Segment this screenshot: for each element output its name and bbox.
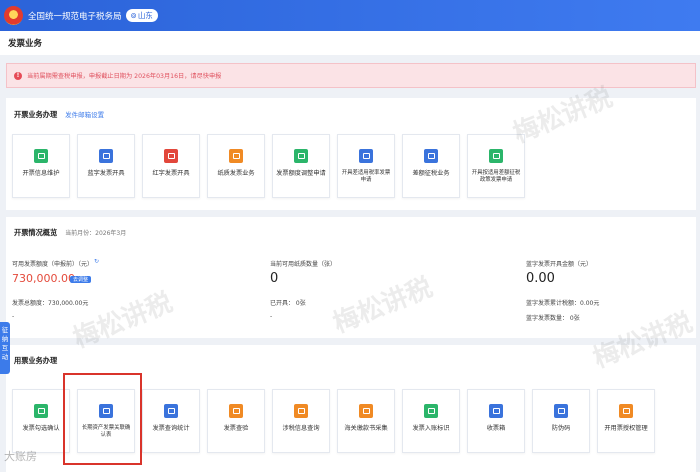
service-tile[interactable]: 发票查询统计: [142, 389, 200, 453]
service-tile[interactable]: 长期资产发票关联确认表: [77, 389, 135, 453]
deadline-alert: ! 当前属期需查税申报，申报截止日期为 2026年03月16日，请尽快申报: [6, 63, 696, 88]
service-tile-label: 长期资产发票关联确认表: [81, 425, 131, 438]
service-tile-label: 防伪码: [551, 425, 571, 432]
issue-section-title: 开票业务办理: [14, 110, 58, 119]
service-icon: [99, 404, 113, 418]
paper-issued: 已开具： 0张: [270, 300, 306, 307]
adjust-quota-button[interactable]: 去调整: [70, 276, 92, 283]
service-icon: [359, 404, 373, 418]
service-icon: [554, 404, 568, 418]
service-tile-label: 涉税信息查询: [282, 425, 320, 432]
page-title: 发票业务: [0, 31, 700, 55]
service-icon: [34, 149, 48, 163]
total-quota: 发票总额度：730,000.00元: [12, 300, 89, 307]
service-tile-label: 差额征税业务: [412, 170, 450, 177]
region-label: 山东: [137, 11, 153, 20]
service-tile-label: 发票入账标识: [412, 425, 450, 432]
service-tile-label: 发票额度调整申请: [276, 170, 326, 177]
paper-count-value: 0: [270, 271, 279, 286]
paper-count-label: 当前可用纸质数量（张）: [270, 261, 337, 268]
paper-dash: -: [270, 313, 273, 320]
service-tile[interactable]: 差额征税业务: [402, 134, 460, 198]
service-tile[interactable]: 收票箱: [467, 389, 525, 453]
service-tile[interactable]: 发票额度调整申请: [272, 134, 330, 198]
service-tile[interactable]: 开具差适用税率发票申请: [337, 134, 395, 198]
service-tile[interactable]: 发票入账标识: [402, 389, 460, 453]
service-tile-label: 开具差适用税率发票申请: [341, 170, 391, 183]
alert-text: 当前属期需查税申报，申报截止日期为 2026年03月16日，请尽快申报: [27, 73, 222, 80]
blue-invoice-count: 蓝字发票数量： 0张: [526, 315, 580, 322]
refresh-icon[interactable]: ↻: [94, 258, 99, 265]
service-icon: [229, 149, 243, 163]
interaction-side-tab[interactable]: 征纳互动: [0, 322, 10, 374]
service-icon: [424, 404, 438, 418]
blue-amount-value: 0.00: [526, 271, 555, 286]
service-tile-label: 纸质发票业务: [217, 170, 255, 177]
service-tile[interactable]: 发票勾选确认: [12, 389, 70, 453]
service-tile-label: 收票箱: [486, 425, 506, 432]
service-icon: [424, 149, 438, 163]
service-tile-label: 开用票授权管理: [604, 425, 648, 432]
service-tile[interactable]: 海关缴款书采集: [337, 389, 395, 453]
mail-settings-link[interactable]: 发件邮箱设置: [65, 109, 104, 119]
service-tile[interactable]: 纸质发票业务: [207, 134, 265, 198]
service-tile[interactable]: 蓝字发票开具: [77, 134, 135, 198]
service-icon: [164, 149, 178, 163]
blue-amount-label: 蓝字发票开具金额（元）: [526, 261, 593, 268]
overview-period: 当前月份：2026年3月: [65, 230, 127, 237]
service-tile-label: 红字发票开具: [152, 170, 190, 177]
location-pin-icon: ⊚: [130, 11, 137, 20]
service-tile[interactable]: 防伪码: [532, 389, 590, 453]
receive-section-title: 用票业务办理: [14, 356, 58, 365]
available-quota-value: 730,000.00: [12, 272, 75, 285]
service-icon: [294, 404, 308, 418]
service-tile[interactable]: 开具按适用差额征税政策发票申请: [467, 134, 525, 198]
service-tile-label: 开具按适用差额征税政策发票申请: [471, 170, 521, 183]
tax-emblem-icon: [4, 6, 23, 25]
service-tile-label: 发票查验: [223, 425, 249, 432]
service-tile-label: 开票信息维护: [22, 170, 60, 177]
top-bar: 全国统一规范电子税务局 ⊚ 山东: [0, 0, 700, 31]
available-quota-label: 可用发票额度（申报前）（元）: [12, 261, 94, 268]
service-tile[interactable]: 发票查验: [207, 389, 265, 453]
alert-icon: !: [14, 71, 22, 80]
overview-title: 开票情况概览: [14, 228, 58, 237]
service-tile-label: 发票勾选确认: [22, 425, 60, 432]
service-tile[interactable]: 开用票授权管理: [597, 389, 655, 453]
service-icon: [359, 149, 373, 163]
service-tile-label: 海关缴款书采集: [344, 425, 388, 432]
service-tile[interactable]: 开票信息维护: [12, 134, 70, 198]
service-icon: [164, 404, 178, 418]
blue-tax-total: 蓝字发票累计税额：0.00元: [526, 300, 600, 307]
service-tile-label: 发票查询统计: [152, 425, 190, 432]
service-tile[interactable]: 红字发票开具: [142, 134, 200, 198]
service-icon: [34, 404, 48, 418]
service-icon: [99, 149, 113, 163]
service-tile-label: 蓝字发票开具: [87, 170, 125, 177]
portal-title: 全国统一规范电子税务局: [28, 11, 122, 22]
service-tile[interactable]: 涉税信息查询: [272, 389, 330, 453]
quota-dash: -: [12, 313, 15, 320]
service-icon: [489, 404, 503, 418]
service-icon: [229, 404, 243, 418]
region-selector[interactable]: ⊚ 山东: [125, 9, 158, 22]
service-icon: [294, 149, 308, 163]
service-icon: [489, 149, 503, 163]
service-icon: [619, 404, 633, 418]
overview-section: 开票情况概览 当前月份：2026年3月: [6, 217, 696, 338]
